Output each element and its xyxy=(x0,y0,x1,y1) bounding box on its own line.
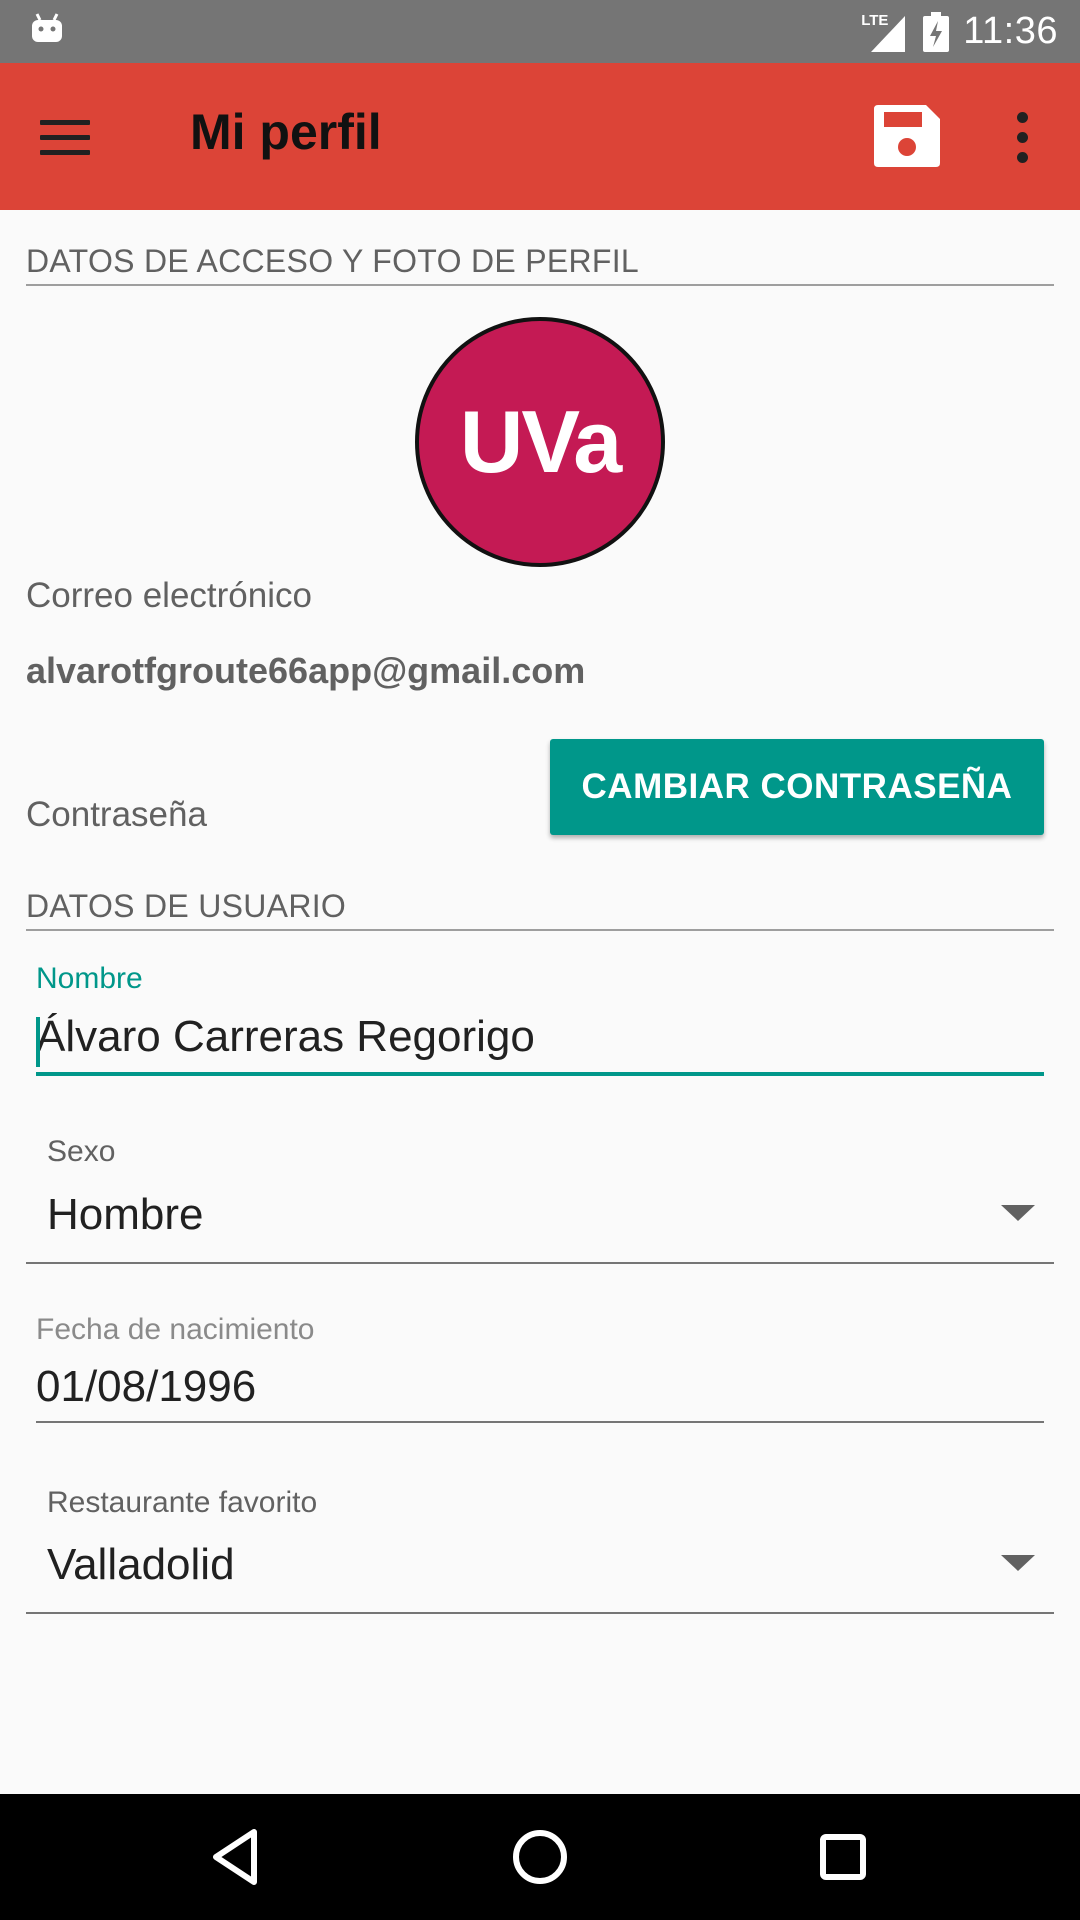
section-header-user: DATOS DE USUARIO xyxy=(26,888,1054,931)
name-field[interactable]: Álvaro Carreras Regorigo xyxy=(36,1012,535,1062)
more-vert-icon[interactable] xyxy=(1000,107,1044,167)
android-icon xyxy=(32,13,62,42)
app-bar: Mi perfil xyxy=(0,63,1080,210)
sex-field-label: Sexo xyxy=(47,1135,116,1168)
name-field-label: Nombre xyxy=(36,962,143,995)
birthdate-field[interactable]: 01/08/1996 xyxy=(36,1362,256,1412)
email-label: Correo electrónico xyxy=(26,576,312,615)
restaurant-dropdown[interactable]: Valladolid xyxy=(47,1540,235,1590)
email-value: alvarotfgroute66app@gmail.com xyxy=(26,650,586,691)
page-title: Mi perfil xyxy=(190,104,382,160)
sex-dropdown-arrow-icon[interactable] xyxy=(1001,1205,1035,1221)
birthdate-field-underline xyxy=(36,1421,1044,1423)
sex-field-underline xyxy=(26,1262,1054,1264)
change-password-button[interactable]: CAMBIAR CONTRASEÑA xyxy=(550,739,1044,835)
sex-dropdown[interactable]: Hombre xyxy=(47,1190,204,1240)
birthdate-field-label: Fecha de nacimiento xyxy=(36,1313,315,1346)
home-icon[interactable] xyxy=(505,1822,575,1892)
clock: 11:36 xyxy=(963,10,1058,52)
navigation-bar xyxy=(0,1794,1080,1920)
password-label: Contraseña xyxy=(26,795,207,834)
restaurant-field-underline xyxy=(26,1612,1054,1614)
save-icon[interactable] xyxy=(870,103,944,169)
battery-charging-icon xyxy=(923,11,950,52)
restaurant-dropdown-arrow-icon[interactable] xyxy=(1001,1555,1035,1571)
lte-signal-icon: LTE xyxy=(861,12,909,52)
restaurant-field-label: Restaurante favorito xyxy=(47,1486,318,1519)
recents-icon[interactable] xyxy=(808,1822,878,1892)
name-field-underline xyxy=(36,1072,1044,1076)
profile-avatar[interactable]: UVa xyxy=(415,317,665,567)
back-icon[interactable] xyxy=(202,1822,272,1892)
menu-icon[interactable] xyxy=(40,110,104,164)
avatar-logo-text: UVa xyxy=(459,392,622,491)
section-header-access: DATOS DE ACCESO Y FOTO DE PERFIL xyxy=(26,243,1054,286)
text-cursor xyxy=(36,1017,40,1067)
status-bar: LTE 11:36 xyxy=(0,0,1080,63)
